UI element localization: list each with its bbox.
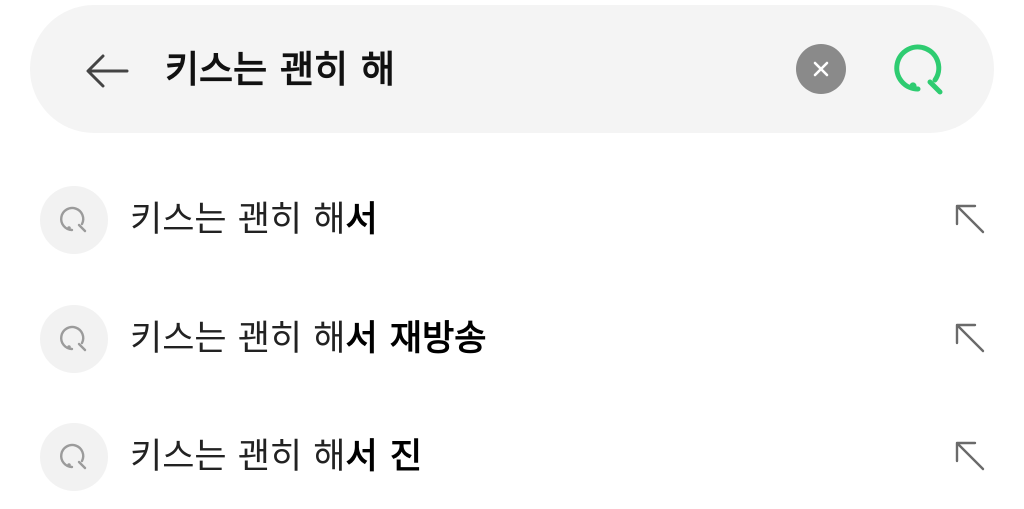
suggestion-text: 키스는 괜히 해서 재방송	[130, 310, 486, 368]
suggestion-search-icon-bg	[40, 305, 108, 373]
suggestion-completion: 서 진	[345, 437, 423, 477]
suggestion-completion: 서 재방송	[345, 319, 487, 359]
suggestion-prefix: 키스는 괜히 해	[130, 437, 346, 477]
suggestion-completion: 서	[345, 200, 378, 240]
search-input[interactable]: 키스는 괜히 해	[165, 40, 395, 100]
suggestion-search-icon-bg	[40, 186, 108, 254]
suggestion-item[interactable]: 키스는 괜히 해서	[0, 171, 1024, 271]
search-button[interactable]	[888, 40, 952, 100]
search-icon	[60, 443, 87, 470]
suggestion-prefix: 키스는 괜히 해	[130, 200, 346, 240]
arrow-up-left-icon	[955, 323, 985, 353]
clear-button[interactable]	[796, 44, 846, 94]
suggestion-text: 키스는 괜히 해서 진	[130, 428, 422, 486]
search-icon	[60, 325, 87, 352]
suggestion-item[interactable]: 키스는 괜히 해서 진	[0, 408, 1024, 508]
clear-x-icon	[813, 61, 829, 77]
back-button[interactable]	[78, 42, 136, 100]
arrow-up-left-icon	[955, 204, 985, 234]
fill-query-button[interactable]	[944, 193, 994, 243]
search-icon	[60, 206, 87, 233]
suggestion-search-icon-bg	[40, 423, 108, 491]
suggestion-prefix: 키스는 괜히 해	[130, 319, 346, 359]
arrow-left-icon	[86, 54, 129, 88]
suggestion-text: 키스는 괜히 해서	[130, 191, 378, 249]
arrow-up-left-icon	[955, 441, 985, 471]
suggestion-item[interactable]: 키스는 괜히 해서 재방송	[0, 290, 1024, 390]
fill-query-button[interactable]	[944, 312, 994, 362]
fill-query-button[interactable]	[944, 430, 994, 480]
search-icon	[894, 44, 943, 95]
